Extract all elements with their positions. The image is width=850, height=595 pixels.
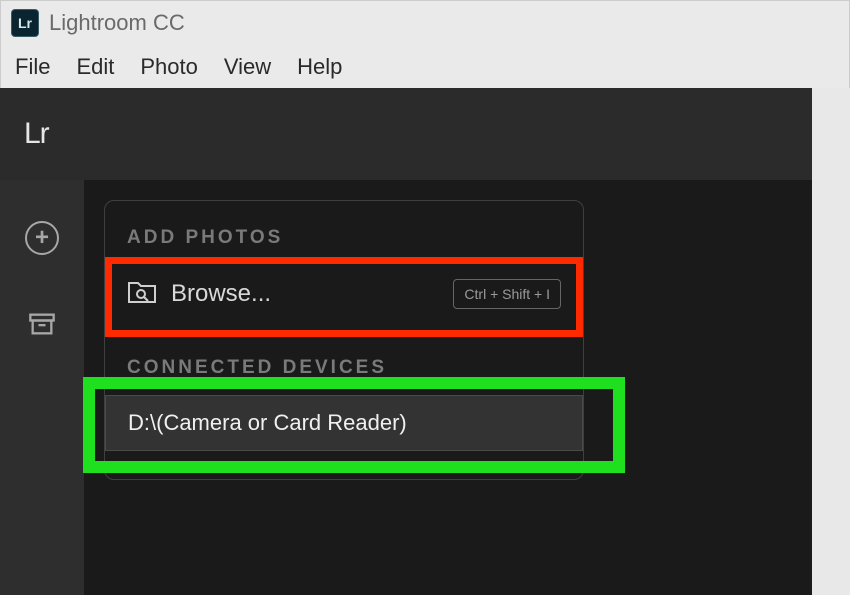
lr-logo: Lr bbox=[24, 117, 49, 151]
browse-label: Browse... bbox=[171, 280, 439, 308]
menu-help[interactable]: Help bbox=[297, 54, 342, 80]
device-item-label: D:\(Camera or Card Reader) bbox=[128, 410, 407, 436]
browse-button[interactable]: Browse... Ctrl + Shift + I bbox=[105, 261, 583, 327]
folder-search-icon bbox=[127, 279, 157, 310]
archive-icon bbox=[28, 310, 56, 338]
menu-edit[interactable]: Edit bbox=[76, 54, 114, 80]
left-rail: + bbox=[0, 180, 84, 595]
connected-devices-heading: CONNECTED DEVICES bbox=[105, 331, 583, 391]
app-icon-text: Lr bbox=[18, 15, 32, 31]
menu-photo[interactable]: Photo bbox=[140, 54, 198, 80]
app-title: Lightroom CC bbox=[49, 10, 185, 36]
menu-file[interactable]: File bbox=[15, 54, 50, 80]
archive-button[interactable] bbox=[24, 306, 60, 342]
titlebar: Lr Lightroom CC bbox=[1, 1, 849, 45]
app-header: Lr bbox=[0, 88, 850, 180]
right-margin bbox=[812, 88, 850, 595]
browse-shortcut: Ctrl + Shift + I bbox=[453, 279, 561, 309]
add-button[interactable]: + bbox=[24, 220, 60, 256]
main-panel: ADD PHOTOS Browse... Ctrl + Shift + I CO… bbox=[84, 180, 850, 595]
menubar: File Edit Photo View Help bbox=[1, 45, 849, 89]
add-photos-heading: ADD PHOTOS bbox=[105, 219, 583, 261]
app-icon: Lr bbox=[11, 9, 39, 37]
menu-view[interactable]: View bbox=[224, 54, 271, 80]
device-item[interactable]: D:\(Camera or Card Reader) bbox=[105, 395, 583, 451]
add-photos-panel: ADD PHOTOS Browse... Ctrl + Shift + I CO… bbox=[104, 200, 584, 480]
plus-icon: + bbox=[25, 221, 59, 255]
